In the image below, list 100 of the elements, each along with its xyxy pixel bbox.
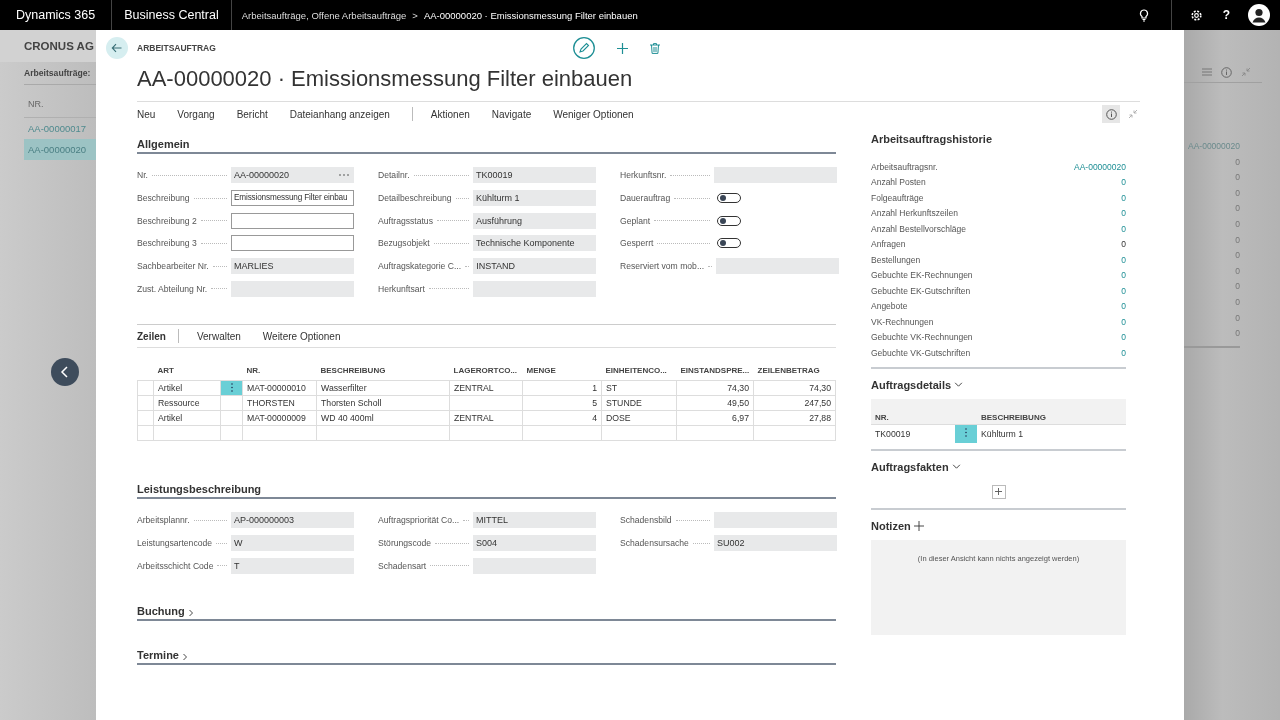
column-header[interactable]: MENGE bbox=[522, 361, 602, 381]
field-value[interactable]: INSTAND bbox=[473, 258, 597, 275]
field-label: Schadensursache bbox=[620, 538, 689, 549]
field-label: Herkunftsart bbox=[378, 283, 425, 294]
table-cell: THORSTEN bbox=[242, 395, 317, 411]
history-label: Anzahl Posten bbox=[871, 177, 926, 188]
field-value[interactable]: W bbox=[231, 535, 354, 552]
lines-title[interactable]: Zeilen bbox=[137, 330, 166, 342]
section-title[interactable]: Buchung bbox=[137, 605, 185, 618]
field-value[interactable]: S004 bbox=[473, 535, 596, 552]
history-link[interactable]: 0 bbox=[1121, 332, 1126, 343]
action-button[interactable]: Weniger Optionen bbox=[553, 108, 634, 120]
column-header[interactable]: ZEILENBETRAG bbox=[753, 361, 836, 381]
table-row[interactable]: Artikel MAT-00000010 Wasserfilter ZENTRAL 1 ST 74,30 74,30 bbox=[137, 380, 836, 396]
column-header[interactable]: BESCHREIBUNG bbox=[977, 398, 1126, 424]
field-value[interactable]: MARLIES bbox=[231, 258, 354, 275]
column-header[interactable]: LAGERORTCO... bbox=[449, 361, 523, 381]
collapse-icon[interactable] bbox=[1128, 109, 1138, 119]
table-cell: ST bbox=[601, 380, 677, 396]
column-header[interactable]: NR. bbox=[871, 398, 955, 424]
history-link[interactable]: 0 bbox=[1121, 254, 1126, 265]
chevron-down-icon[interactable] bbox=[951, 462, 961, 471]
info-button[interactable] bbox=[1102, 105, 1120, 123]
field-value[interactable]: T bbox=[231, 557, 354, 574]
table-row[interactable]: Ressource THORSTEN Thorsten Scholl 5 STUNDE 49,50 247,50 bbox=[137, 395, 836, 411]
history-link[interactable]: 0 bbox=[1121, 192, 1126, 203]
lookup-field[interactable]: AA-00000020 bbox=[231, 167, 354, 184]
input-field[interactable]: Emissionsmessung Filter einbau bbox=[231, 190, 354, 207]
ellipsis-icon[interactable] bbox=[339, 174, 349, 177]
info-icon[interactable] bbox=[1221, 66, 1232, 78]
history-link[interactable]: 0 bbox=[1121, 301, 1126, 312]
history-label: Bestellungen bbox=[871, 254, 921, 265]
add-icon[interactable] bbox=[913, 520, 924, 531]
field-value[interactable]: MITTEL bbox=[473, 512, 596, 529]
chevron-right-icon[interactable] bbox=[181, 653, 189, 662]
delete-icon[interactable] bbox=[649, 42, 660, 54]
action-button[interactable]: Neu bbox=[137, 108, 156, 120]
input-field[interactable] bbox=[231, 235, 354, 252]
add-icon[interactable] bbox=[616, 42, 628, 54]
field-label: Nr. bbox=[137, 170, 148, 181]
table-cell: MAT-00000009 bbox=[242, 410, 317, 426]
previous-button[interactable] bbox=[51, 358, 79, 386]
field-label: Leistungsartencode bbox=[137, 538, 212, 549]
table-row[interactable]: TK00019 Kühlturm 1 bbox=[871, 424, 1126, 443]
edit-button[interactable] bbox=[572, 37, 595, 59]
column-header[interactable]: NR. bbox=[242, 361, 317, 381]
table-row[interactable]: Artikel MAT-00000009 WD 40 400ml ZENTRAL 4 DOSE 6,97 27,88 bbox=[137, 410, 836, 426]
user-avatar-icon[interactable] bbox=[1248, 4, 1270, 26]
column-header[interactable]: ART bbox=[153, 361, 221, 381]
history-link[interactable]: 0 bbox=[1121, 177, 1126, 188]
action-button[interactable]: Vorgang bbox=[177, 108, 215, 120]
table-cell: ZENTRAL bbox=[449, 380, 523, 396]
field-label: Gesperrt bbox=[620, 238, 654, 249]
settings-icon[interactable] bbox=[1189, 8, 1203, 22]
history-link[interactable]: 0 bbox=[1121, 316, 1126, 327]
action-button[interactable]: Aktionen bbox=[430, 108, 470, 120]
action-button[interactable]: Navigate bbox=[491, 108, 532, 120]
field-label: Sachbearbeiter Nr. bbox=[137, 261, 209, 272]
section-title[interactable]: Allgemein bbox=[137, 138, 190, 150]
help-icon[interactable]: ? bbox=[1222, 8, 1230, 22]
chevron-right-icon[interactable] bbox=[186, 609, 195, 618]
section-title[interactable]: Leistungsbeschreibung bbox=[137, 483, 262, 496]
page-title: AA-00000020 · Emissionsmessung Filter einbauen bbox=[137, 66, 634, 93]
history-link[interactable]: 0 bbox=[1121, 347, 1126, 358]
table-cell: ZENTRAL bbox=[449, 410, 523, 426]
row-menu-icon[interactable] bbox=[230, 382, 233, 392]
action-button[interactable]: Dateianhang anzeigen bbox=[289, 108, 390, 120]
field-value[interactable]: TK00019 bbox=[473, 167, 596, 184]
field-label: Auftragsstatus bbox=[378, 215, 433, 226]
history-link[interactable]: AA-00000020 bbox=[1074, 161, 1126, 172]
factbox-title[interactable]: Auftragsdetails bbox=[871, 378, 952, 391]
collapse-icon[interactable] bbox=[1241, 67, 1251, 77]
field-value[interactable]: Technische Komponente bbox=[473, 235, 596, 252]
page-caption: ARBEITSAUFTRAG bbox=[137, 43, 216, 53]
field-value[interactable]: Kühlturm 1 bbox=[473, 190, 596, 207]
column-header[interactable]: BESCHREIBUNG bbox=[316, 361, 450, 381]
table-cell: MAT-00000010 bbox=[242, 380, 317, 396]
history-link[interactable]: 0 bbox=[1121, 223, 1126, 234]
field-value[interactable]: Ausführung bbox=[473, 212, 596, 229]
input-field[interactable] bbox=[231, 212, 354, 229]
history-link[interactable]: 0 bbox=[1121, 270, 1126, 281]
background-value: AA-00000020 bbox=[1188, 140, 1240, 153]
lightbulb-icon[interactable] bbox=[1138, 8, 1149, 22]
chevron-down-icon[interactable] bbox=[954, 380, 964, 389]
add-button[interactable] bbox=[991, 484, 1006, 499]
column-header[interactable]: EINSTANDSPRE... bbox=[676, 361, 754, 381]
action-button[interactable]: Weitere Optionen bbox=[262, 330, 341, 342]
table-cell: 4 bbox=[522, 410, 602, 426]
back-button[interactable] bbox=[106, 37, 128, 59]
section-title[interactable]: Termine bbox=[137, 649, 179, 662]
table-cell: 27,88 bbox=[753, 410, 836, 426]
history-link[interactable]: 0 bbox=[1121, 208, 1126, 219]
field-value[interactable]: SU002 bbox=[714, 535, 837, 552]
column-header[interactable]: EINHEITENCO... bbox=[601, 361, 677, 381]
field-value[interactable]: AP-000000003 bbox=[231, 512, 354, 529]
action-button[interactable]: Verwalten bbox=[196, 330, 241, 342]
action-button[interactable]: Bericht bbox=[236, 108, 268, 120]
history-link[interactable]: 0 bbox=[1121, 285, 1126, 296]
breadcrumb-link[interactable]: Arbeitsaufträge, Offene Arbeitsaufträge bbox=[231, 9, 407, 21]
factbox-title[interactable]: Auftragsfakten bbox=[871, 460, 949, 473]
